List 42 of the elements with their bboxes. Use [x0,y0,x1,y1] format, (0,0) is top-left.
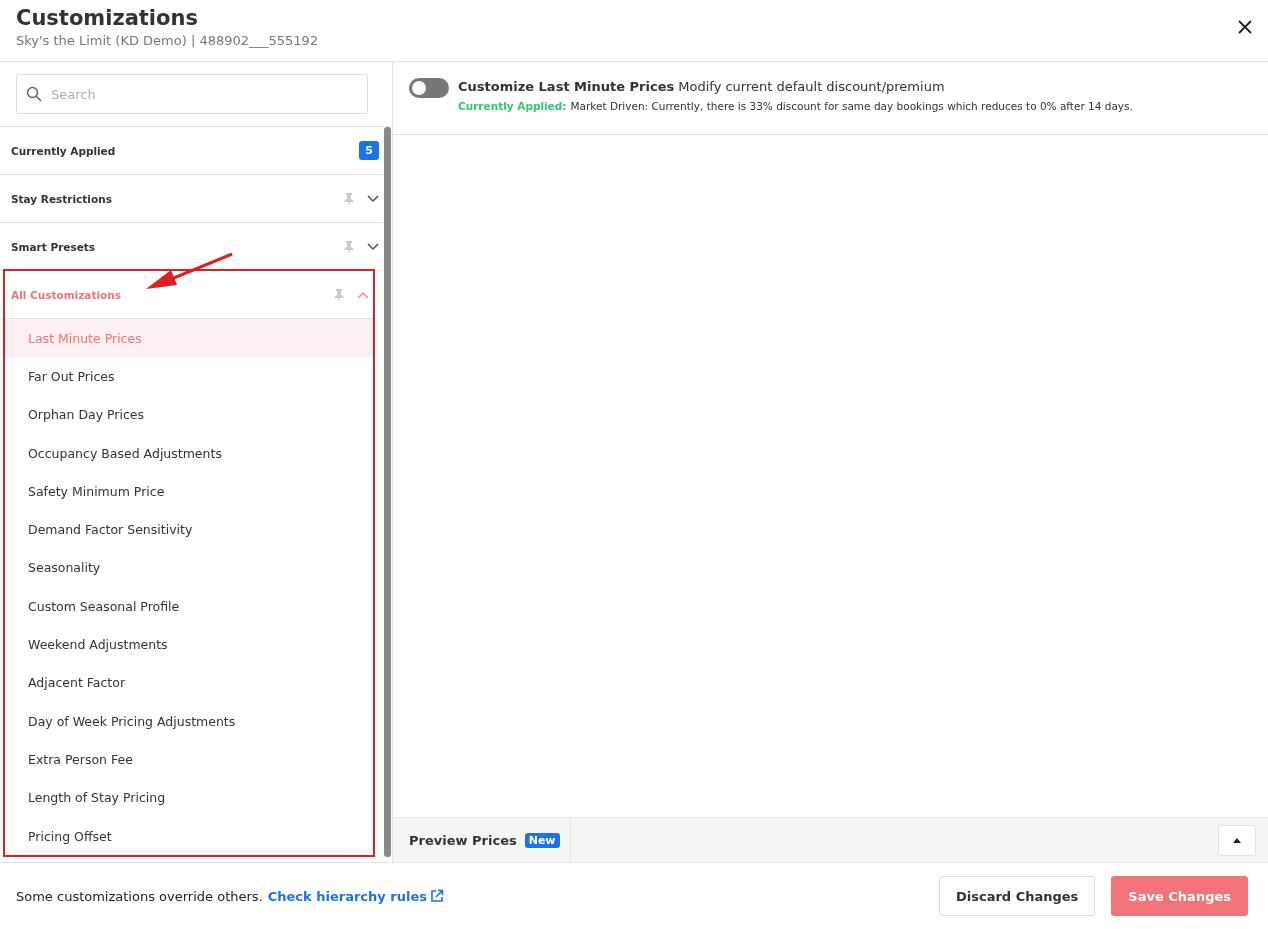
preview-tab[interactable]: Preview Prices New [393,818,571,862]
caret-up-icon [1233,837,1241,843]
customization-item[interactable]: Day of Week Pricing Adjustments [5,701,373,741]
customization-item[interactable]: Adjacent Factor [5,663,373,702]
search-field[interactable]: Search [16,74,368,114]
search-icon [26,86,42,102]
close-icon [1238,20,1252,34]
customization-item[interactable]: Seasonality [5,548,373,588]
section-header[interactable]: Currently Applied 5 [0,127,383,175]
customization-item[interactable]: Demand Factor Sensitivity [5,510,373,549]
customization-item[interactable]: Far Out Prices [5,357,373,396]
pin-icon [344,240,354,253]
dialog-title: Customizations [16,5,199,32]
customization-item[interactable]: Safety Minimum Price [5,472,373,511]
customization-item[interactable]: Orphan Day Prices [5,395,373,434]
chevron-up-icon [357,290,369,299]
count-badge: 5 [359,141,379,160]
customization-item[interactable]: Length of Stay Pricing [5,778,373,817]
customization-item[interactable]: Extra Person Fee [5,740,373,779]
pin-icon [334,288,344,301]
external-link-icon [430,889,444,903]
applied-label: Currently Applied: [458,100,567,112]
close-button[interactable] [1236,18,1254,36]
customization-item[interactable]: Weekend Adjustments [5,625,373,664]
customization-item[interactable]: Custom Seasonal Profile [5,587,373,626]
chevron-down-icon [367,194,379,203]
dialog-subtitle: Sky's the Limit (KD Demo) | 488902___555192 [16,32,319,50]
footer-note: Some customizations override others. [16,888,263,904]
section-header[interactable]: Stay Restrictions [0,175,383,223]
customization-item[interactable]: Pricing Offset [5,816,373,856]
pin-icon [344,192,354,205]
customization-item[interactable]: Occupancy Based Adjustments [5,433,373,473]
hierarchy-link[interactable]: Check hierarchy rules [267,888,444,904]
chevron-down-icon [367,242,379,251]
setting-description: Modify current default discount/premium [678,79,945,94]
scrollbar[interactable] [384,127,391,857]
new-badge: New [524,832,560,848]
toggle-switch[interactable] [409,78,449,98]
setting-title: Customize Last Minute Prices [458,79,675,94]
section-header[interactable]: Smart Presets [0,223,383,271]
applied-text: Market Driven: Currently, there is 33% discount for same day bookings which reduces to 0% after 14 days. [570,100,1133,112]
discard-button[interactable]: Discard Changes [938,876,1096,916]
